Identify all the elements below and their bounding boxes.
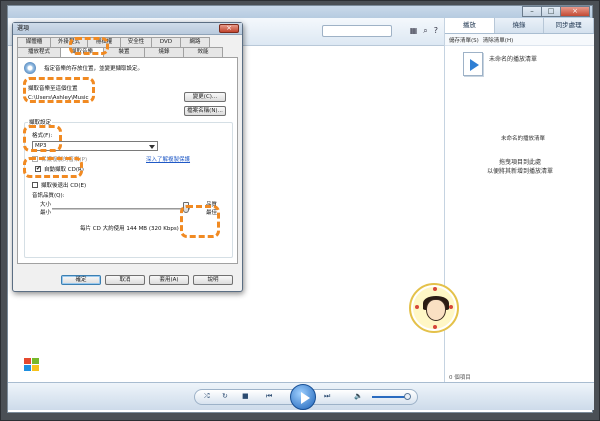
logo-dot bbox=[449, 305, 453, 309]
minimize-button[interactable]: – bbox=[522, 6, 542, 17]
tab-privacy[interactable]: 隱私權 bbox=[87, 37, 121, 47]
dialog-close-button[interactable]: × bbox=[219, 24, 239, 33]
logo-dot bbox=[415, 305, 419, 309]
logo-dot bbox=[433, 325, 437, 329]
tab-burn[interactable]: 燒錄 bbox=[495, 18, 545, 33]
format-label: 格式(F): bbox=[32, 133, 53, 139]
dialog-title: 選項 bbox=[13, 23, 242, 35]
rip-location-label: 擷取音樂至這個位置 bbox=[28, 86, 78, 92]
previous-icon[interactable]: ⏮ bbox=[266, 392, 272, 401]
quality-note: 每片 CD 大約使用 144 MB (320 Kbps) bbox=[80, 226, 179, 232]
search-icon[interactable]: ⌕ bbox=[423, 26, 427, 36]
shuffle-icon[interactable]: ⤮ bbox=[204, 392, 210, 401]
tab-play[interactable]: 播放 bbox=[445, 18, 495, 33]
tab-player[interactable]: 播放程式 bbox=[17, 47, 61, 57]
format-select[interactable]: MP3 bbox=[32, 141, 158, 151]
rip-settings-label: 擷取設定 bbox=[28, 118, 53, 126]
auto-rip-label: 自動擷取 CD(R) bbox=[44, 167, 84, 173]
tab-performance[interactable]: 效能 bbox=[183, 47, 223, 57]
watermark-logo bbox=[409, 283, 459, 333]
cd-music-icon bbox=[24, 62, 36, 74]
audio-quality-knob[interactable] bbox=[182, 202, 189, 213]
help-icon[interactable]: ? bbox=[434, 26, 438, 36]
playlist-subtitle[interactable]: 未命名的播放清單 bbox=[501, 134, 545, 142]
clear-list-button[interactable]: 清除清單(H) bbox=[483, 36, 513, 44]
volume-knob[interactable] bbox=[404, 393, 411, 400]
change-location-button[interactable]: 變更(C)... bbox=[184, 92, 226, 102]
tab-row-1: 媒體櫃 外掛程式 隱私權 安全性 DVD 網路 bbox=[17, 37, 210, 47]
window-buttons: – □ × bbox=[522, 6, 590, 17]
file-name-button[interactable]: 檔案名稱(N)... bbox=[184, 106, 226, 116]
volume-icon[interactable]: 🔈 bbox=[354, 392, 363, 400]
quality-min-label-1: 大小 bbox=[40, 202, 52, 208]
logo-dot bbox=[433, 287, 437, 291]
panel-description: 指定音樂的存放位置，並變更擷取設定。 bbox=[44, 66, 144, 72]
player-tabs: 播放 燒錄 同步處理 bbox=[445, 18, 595, 34]
tab-burn[interactable]: 燒錄 bbox=[144, 47, 184, 57]
auto-rip-checkbox[interactable]: ✔ bbox=[35, 166, 41, 172]
item-count: 0 個項目 bbox=[449, 375, 471, 381]
quality-label: 音訊品質(Q): bbox=[32, 193, 65, 199]
playlist-pane: 播放 燒錄 同步處理 儲存清單(S) 清除清單(H) 未命名的播放清單 未命名的… bbox=[444, 18, 595, 385]
chevron-down-icon bbox=[149, 145, 155, 149]
options-dialog: 選項 × 媒體櫃 外掛程式 隱私權 安全性 DVD 網路 播放程式 擷取音樂 裝… bbox=[12, 22, 243, 292]
apply-button[interactable]: 套用(A) bbox=[149, 275, 189, 285]
playlist-icon bbox=[463, 52, 483, 76]
stop-icon[interactable]: ■ bbox=[242, 392, 249, 400]
save-list-button[interactable]: 儲存清單(S) bbox=[449, 36, 479, 44]
view-options-icon[interactable]: ▦ bbox=[410, 26, 418, 36]
copy-protect-link[interactable]: 深入了解複製保護 bbox=[146, 155, 190, 163]
quality-max-label-1: 品質 bbox=[206, 202, 218, 208]
next-icon[interactable]: ⏭ bbox=[324, 392, 330, 401]
copy-protect-checkbox[interactable] bbox=[32, 156, 38, 162]
playlist-actions: 儲存清單(S) 清除清單(H) bbox=[445, 34, 594, 46]
rip-location-path: C:\Users\Ashley\Music bbox=[28, 95, 89, 101]
playlist-title: 未命名的播放清單 bbox=[489, 56, 538, 63]
tab-plugins[interactable]: 外掛程式 bbox=[50, 37, 88, 47]
drag-tip-line-1: 拖曳項目到此處 bbox=[498, 159, 541, 166]
tab-library[interactable]: 媒體櫃 bbox=[17, 37, 51, 47]
eject-checkbox[interactable] bbox=[32, 182, 38, 188]
help-button[interactable]: 說明 bbox=[193, 275, 233, 285]
windows-logo-icon bbox=[24, 358, 40, 372]
quality-max-label-2: 最佳 bbox=[206, 210, 218, 216]
cancel-button[interactable]: 取消 bbox=[105, 275, 145, 285]
drag-tip: 拖曳項目到此處 以便將其新增到播放清單 bbox=[445, 158, 595, 176]
player-search-input[interactable] bbox=[322, 25, 392, 37]
drag-tip-line-2: 以便將其新增到播放清單 bbox=[486, 168, 553, 175]
copy-protect-label: 保護複製的音樂(P) bbox=[41, 157, 88, 163]
player-title-bar: – □ × bbox=[8, 6, 592, 18]
logo-face-icon bbox=[426, 299, 446, 321]
tab-network[interactable]: 網路 bbox=[180, 37, 210, 47]
maximize-button[interactable]: □ bbox=[541, 6, 561, 17]
repeat-icon[interactable]: ↻ bbox=[222, 392, 228, 400]
tab-security[interactable]: 安全性 bbox=[120, 37, 152, 47]
tab-row-2: 播放程式 擷取音樂 裝置 燒錄 效能 bbox=[17, 47, 223, 58]
play-button[interactable] bbox=[290, 384, 316, 410]
format-value: MP3 bbox=[35, 143, 47, 149]
audio-quality-slider[interactable] bbox=[52, 208, 190, 210]
toolbar-icons: ▦ ⌕ ? bbox=[410, 26, 438, 36]
rip-music-panel: 指定音樂的存放位置，並變更擷取設定。 擷取音樂至這個位置 C:\Users\As… bbox=[17, 57, 238, 264]
tab-devices[interactable]: 裝置 bbox=[103, 47, 145, 57]
quality-min-label-2: 最小 bbox=[40, 210, 52, 216]
tab-dvd[interactable]: DVD bbox=[151, 37, 181, 47]
playback-controls: ⤮ ↻ ■ ⏮ ⏭ 🔈 bbox=[8, 382, 594, 410]
ok-button[interactable]: 確定 bbox=[61, 275, 101, 285]
eject-label: 擷取後退出 CD(E) bbox=[41, 183, 87, 189]
close-window-button[interactable]: × bbox=[560, 6, 590, 17]
tab-sync[interactable]: 同步處理 bbox=[544, 18, 595, 33]
